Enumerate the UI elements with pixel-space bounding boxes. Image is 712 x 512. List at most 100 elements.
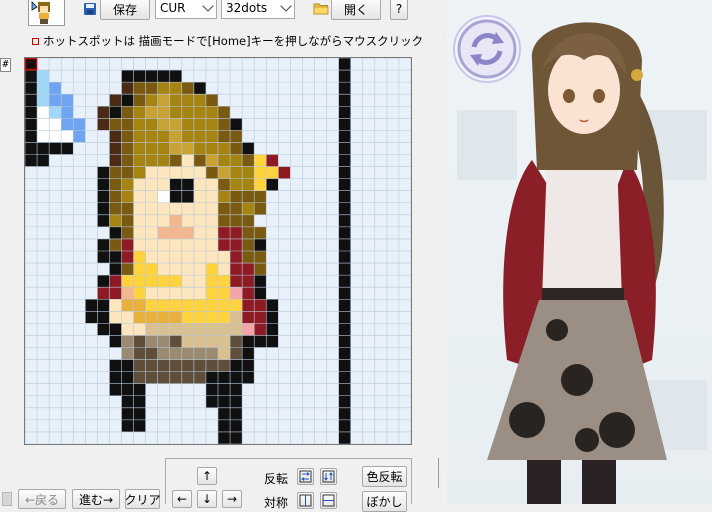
pixel-cell[interactable] [338,238,351,251]
pixel-cell[interactable] [181,154,194,167]
pixel-cell[interactable] [205,287,218,300]
pixel-cell[interactable] [242,287,255,300]
pixel-cell[interactable] [193,371,206,384]
pixel-cell[interactable] [254,190,267,203]
pixel-cell[interactable] [121,275,134,288]
pixel-cell[interactable] [25,142,38,155]
pixel-cell[interactable] [230,251,243,264]
pixel-cell[interactable] [338,311,351,324]
pixel-cell[interactable] [266,166,279,179]
pixel-cell[interactable] [338,166,351,179]
pixel-cell[interactable] [242,263,255,276]
pixel-cell[interactable] [109,142,122,155]
pixel-cell[interactable] [169,359,182,372]
pixel-cell[interactable] [169,202,182,215]
pixel-cell[interactable] [218,214,231,227]
pixel-cell[interactable] [97,178,110,191]
pixel-cell[interactable] [205,166,218,179]
pixel-cell[interactable] [218,287,231,300]
pixel-cell[interactable] [145,226,158,239]
pixel-cell[interactable] [121,154,134,167]
pixel-cell[interactable] [242,299,255,312]
pixel-cell[interactable] [205,311,218,324]
pixel-cell[interactable] [205,142,218,155]
pixel-cell[interactable] [218,275,231,288]
pixel-cell[interactable] [338,226,351,239]
pixel-cell[interactable] [242,347,255,360]
pixel-cell[interactable] [157,359,170,372]
pixel-cell[interactable] [157,142,170,155]
pixel-cell[interactable] [218,431,231,444]
pixel-cell[interactable] [230,395,243,408]
pixel-cell[interactable] [49,82,62,95]
pixel-cell[interactable] [49,142,62,155]
pixel-cell[interactable] [242,275,255,288]
pixel-cell[interactable] [193,275,206,288]
pixel-cell[interactable] [121,371,134,384]
pixel-cell[interactable] [109,226,122,239]
pixel-cell[interactable] [230,226,243,239]
pixel-cell[interactable] [181,371,194,384]
pixel-cell[interactable] [338,190,351,203]
pixel-cell[interactable] [157,130,170,143]
pixel-cell[interactable] [157,82,170,95]
pixel-cell[interactable] [338,347,351,360]
pixel-cell[interactable] [169,299,182,312]
pixel-cell[interactable] [133,299,146,312]
pixel-cell[interactable] [157,287,170,300]
pixel-cell[interactable] [97,166,110,179]
pixel-cell[interactable] [121,94,134,107]
pixel-cell[interactable] [338,431,351,444]
pixel-cell[interactable] [218,407,231,420]
pixel-cell[interactable] [133,359,146,372]
pixel-cell[interactable] [121,118,134,131]
pixel-cell[interactable] [193,311,206,324]
pixel-cell[interactable] [169,335,182,348]
pixel-cell[interactable] [121,226,134,239]
pixel-cell[interactable] [109,299,122,312]
pixel-cell[interactable] [121,311,134,324]
pixel-cell[interactable] [242,335,255,348]
pixel-cell[interactable] [145,347,158,360]
pixel-cell[interactable] [109,178,122,191]
pixel-cell[interactable] [218,383,231,396]
pixel-cell[interactable] [109,371,122,384]
pixel-cell[interactable] [338,407,351,420]
pixel-cell[interactable] [25,130,38,143]
pixel-cell[interactable] [85,299,98,312]
pixel-cell[interactable] [121,106,134,119]
pixel-cell[interactable] [133,263,146,276]
pixel-cell[interactable] [218,395,231,408]
pixel-cell[interactable] [205,178,218,191]
pixel-cell[interactable] [254,202,267,215]
pixel-cell[interactable] [169,118,182,131]
pixel-cell[interactable] [169,190,182,203]
pixel-cell[interactable] [97,275,110,288]
pixel-cell[interactable] [181,130,194,143]
pixel-cell[interactable] [157,70,170,83]
pixel-cell[interactable] [205,130,218,143]
blur-button[interactable]: ぼかし [362,491,407,512]
pixel-cell[interactable] [145,106,158,119]
pixel-cell[interactable] [157,166,170,179]
pixel-grid[interactable] [25,58,411,444]
pixel-cell[interactable] [218,299,231,312]
pixel-cell[interactable] [230,371,243,384]
pixel-cell[interactable] [49,130,62,143]
pixel-cell[interactable] [121,407,134,420]
pixel-cell[interactable] [133,106,146,119]
pixel-cell[interactable] [61,118,74,131]
pixel-cell[interactable] [109,311,122,324]
pixel-cell[interactable] [338,287,351,300]
move-right-button[interactable]: → [222,490,242,508]
pixel-cell[interactable] [242,142,255,155]
pixel-cell[interactable] [109,251,122,264]
pixel-cell[interactable] [133,371,146,384]
pixel-cell[interactable] [193,214,206,227]
pixel-cell[interactable] [121,347,134,360]
pixel-cell[interactable] [205,383,218,396]
pixel-cell[interactable] [97,190,110,203]
pixel-cell[interactable] [109,359,122,372]
pixel-cell[interactable] [133,275,146,288]
pixel-cell[interactable] [37,130,50,143]
